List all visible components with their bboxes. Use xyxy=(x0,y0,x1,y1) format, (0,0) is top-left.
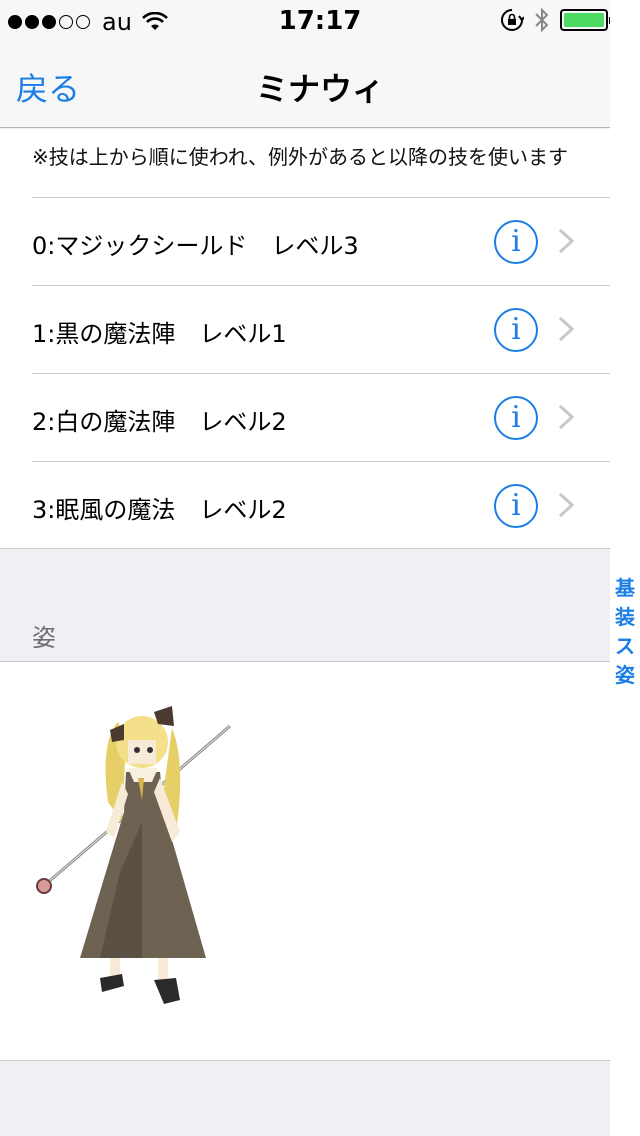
skill-label: 3:眠風の魔法 レベル2 xyxy=(32,496,287,524)
battery-icon xyxy=(560,9,612,31)
skill-row[interactable]: 1:黒の魔法陣 レベル1 i xyxy=(32,285,610,373)
info-icon[interactable]: i xyxy=(494,220,538,264)
info-icon[interactable]: i xyxy=(494,484,538,528)
skills-note: ※技は上から順に使われ、例外があると以降の技を使います xyxy=(32,145,568,169)
section-index-bar: 基 装 ス 姿 xyxy=(610,0,640,1136)
index-item[interactable]: 基 xyxy=(615,574,635,603)
chevron-right-icon xyxy=(558,316,575,342)
orientation-lock-icon xyxy=(501,9,524,31)
skill-label: 0:マジックシールド レベル3 xyxy=(32,232,359,260)
navigation-bar: 戻る ミナウィ xyxy=(0,40,640,128)
skill-row[interactable]: 3:眠風の魔法 レベル2 i xyxy=(32,461,610,549)
bluetooth-icon xyxy=(535,7,549,33)
appearance-section xyxy=(0,661,610,1061)
skill-row[interactable]: 2:白の魔法陣 レベル2 i xyxy=(32,373,610,461)
page-title: ミナウィ xyxy=(255,70,384,108)
skill-label: 2:白の魔法陣 レベル2 xyxy=(32,408,287,436)
section-index-list: 基 装 ス 姿 xyxy=(610,574,640,690)
character-sprite xyxy=(36,706,231,1004)
chevron-right-icon xyxy=(558,404,575,430)
info-icon[interactable]: i xyxy=(494,308,538,352)
skill-row[interactable]: 0:マジックシールド レベル3 i xyxy=(32,197,610,285)
skill-label: 1:黒の魔法陣 レベル1 xyxy=(32,320,287,348)
chevron-right-icon xyxy=(558,492,575,518)
info-icon[interactable]: i xyxy=(494,396,538,440)
index-item[interactable]: ス xyxy=(615,632,635,661)
index-item[interactable]: 姿 xyxy=(615,661,635,690)
status-bar: au 17:17 xyxy=(0,0,640,40)
index-item[interactable]: 装 xyxy=(615,603,635,632)
skills-section: ※技は上から順に使われ、例外があると以降の技を使います 0:マジックシールド レ… xyxy=(0,129,610,549)
appearance-section-header: 姿 xyxy=(32,624,56,652)
chevron-right-icon xyxy=(558,228,575,254)
